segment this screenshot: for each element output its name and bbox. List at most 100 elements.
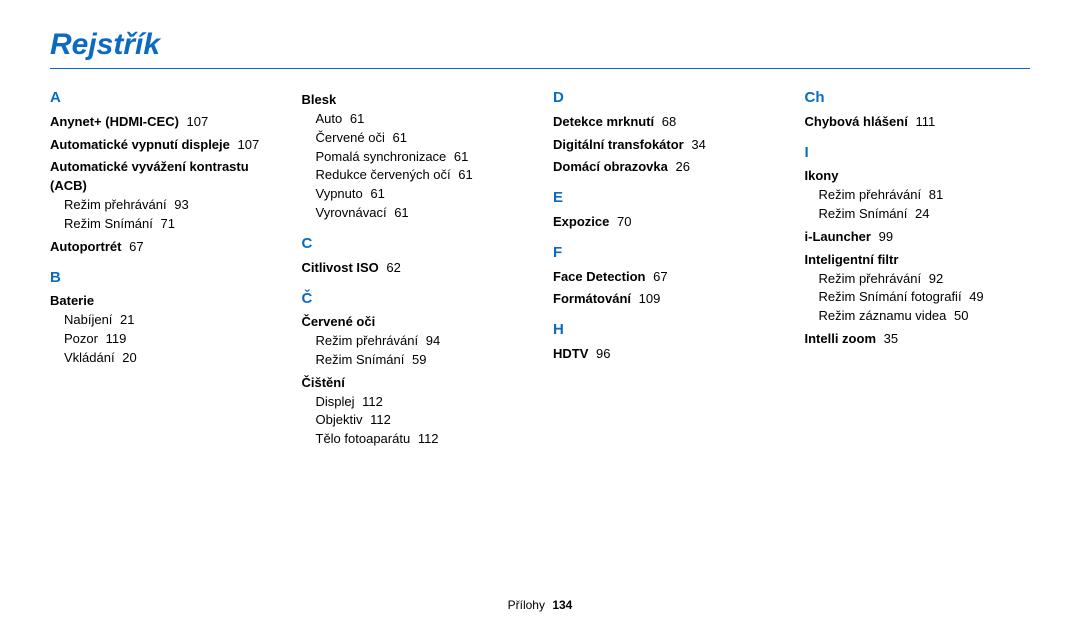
index-entry-label: Vyrovnávací [316, 205, 387, 220]
index-entry-label: Vkládání [64, 350, 115, 365]
index-entry: Automatické vyvážení kontrastu (ACB) [50, 158, 276, 196]
index-entry: Formátování 109 [553, 290, 779, 309]
index-entry-page: 67 [129, 239, 143, 254]
index-entry-label: Citlivost ISO [302, 260, 379, 275]
index-entry-label: Blesk [302, 92, 337, 107]
index-entry-label: Automatické vyvážení kontrastu (ACB) [50, 159, 249, 193]
index-entry-page: 81 [929, 187, 943, 202]
index-entry-page: 119 [106, 331, 127, 346]
index-entry: Baterie [50, 292, 276, 311]
index-entry: Blesk [302, 91, 528, 110]
index-entry: Červené oči [302, 313, 528, 332]
index-letter: C [302, 233, 528, 255]
index-subentry: Režim přehrávání 94 [302, 332, 528, 351]
index-entry-page: 61 [370, 186, 384, 201]
index-entry-page: 61 [458, 167, 472, 182]
index-entry: Detekce mrknutí 68 [553, 113, 779, 132]
index-letter: Ch [805, 87, 1031, 109]
index-entry-label: Režim přehrávání [819, 271, 922, 286]
index-entry-label: Displej [316, 394, 355, 409]
index-subentry: Vyrovnávací 61 [302, 204, 528, 223]
index-entry: Anynet+ (HDMI-CEC) 107 [50, 113, 276, 132]
index-entry-label: Inteligentní filtr [805, 252, 899, 267]
page-title: Rejstřík [50, 28, 1030, 62]
index-entry-label: Ikony [805, 168, 839, 183]
index-entry: Automatické vypnutí displeje 107 [50, 136, 276, 155]
index-entry-page: 68 [662, 114, 676, 129]
index-letter-label: B [50, 269, 61, 286]
index-entry-label: Režim Snímání fotografií [819, 289, 962, 304]
index-entry-label: Režim přehrávání [64, 197, 167, 212]
index-column: ChChybová hlášení 111IIkonyRežim přehráv… [805, 87, 1031, 449]
index-entry-page: 112 [418, 431, 439, 446]
index-entry-page: 107 [238, 137, 260, 152]
index-subentry: Redukce červených očí 61 [302, 166, 528, 185]
index-entry-label: Vypnuto [316, 186, 363, 201]
index-entry-page: 112 [362, 394, 383, 409]
index-column: AAnynet+ (HDMI-CEC) 107Automatické vypnu… [50, 87, 276, 449]
index-entry-label: Červené oči [302, 314, 376, 329]
index-subentry: Pozor 119 [50, 330, 276, 349]
index-entry-label: HDTV [553, 346, 588, 361]
index-entry-label: Baterie [50, 293, 94, 308]
index-entry: Face Detection 67 [553, 268, 779, 287]
index-entry-page: 71 [161, 216, 175, 231]
footer-page-number: 134 [552, 598, 572, 612]
index-entry-label: Čištění [302, 375, 345, 390]
index-entry-label: Pozor [64, 331, 98, 346]
index-subentry: Režim Snímání 59 [302, 351, 528, 370]
index-entry-label: Režim Snímání [64, 216, 153, 231]
index-letter: D [553, 87, 779, 109]
index-entry-label: Auto [316, 111, 343, 126]
index-subentry: Tělo fotoaparátu 112 [302, 430, 528, 449]
index-entry: Autoportrét 67 [50, 238, 276, 257]
index-subentry: Režim Snímání 71 [50, 215, 276, 234]
index-letter-label: I [805, 144, 809, 161]
index-entry-page: 70 [617, 214, 631, 229]
index-entry-page: 34 [691, 137, 705, 152]
index-entry-page: 61 [454, 149, 468, 164]
index-entry-label: Domácí obrazovka [553, 159, 668, 174]
index-entry-page: 94 [426, 333, 440, 348]
index-entry-label: Pomalá synchronizace [316, 149, 447, 164]
index-entry-page: 61 [393, 130, 407, 145]
index-subentry: Režim přehrávání 81 [805, 186, 1031, 205]
index-entry-page: 21 [120, 312, 134, 327]
index-entry-label: Detekce mrknutí [553, 114, 654, 129]
index-entry-label: i-Launcher [805, 229, 871, 244]
index-column: DDetekce mrknutí 68Digitální transfokáto… [553, 87, 779, 449]
index-entry-label: Chybová hlášení [805, 114, 908, 129]
index-entry-label: Anynet+ (HDMI-CEC) [50, 114, 179, 129]
index-entry-label: Červené oči [316, 130, 385, 145]
index-subentry: Vypnuto 61 [302, 185, 528, 204]
index-subentry: Pomalá synchronizace 61 [302, 148, 528, 167]
index-subentry: Režim přehrávání 93 [50, 196, 276, 215]
index-entry-label: Režim přehrávání [819, 187, 922, 202]
index-letter-label: H [553, 321, 564, 338]
index-entry-label: Režim přehrávání [316, 333, 419, 348]
index-entry-label: Formátování [553, 291, 631, 306]
index-entry-label: Režim Snímání [316, 352, 405, 367]
index-entry-label: Autoportrét [50, 239, 122, 254]
index-entry: Citlivost ISO 62 [302, 259, 528, 278]
index-entry-page: 35 [884, 331, 898, 346]
index-entry: Domácí obrazovka 26 [553, 158, 779, 177]
index-letter-label: Ch [805, 89, 825, 106]
index-entry-page: 59 [412, 352, 426, 367]
index-letter-label: F [553, 244, 562, 261]
index-subentry: Režim Snímání 24 [805, 205, 1031, 224]
index-entry-label: Tělo fotoaparátu [316, 431, 411, 446]
index-letter-label: A [50, 89, 61, 106]
index-entry-label: Režim záznamu videa [819, 308, 947, 323]
index-subentry: Displej 112 [302, 393, 528, 412]
page-footer: Přílohy 134 [0, 598, 1080, 612]
index-subentry: Režim záznamu videa 50 [805, 307, 1031, 326]
index-entry-page: 20 [122, 350, 136, 365]
index-letter: I [805, 142, 1031, 164]
index-entry-label: Automatické vypnutí displeje [50, 137, 230, 152]
index-subentry: Auto 61 [302, 110, 528, 129]
index-letter: F [553, 242, 779, 264]
index-entry-label: Objektiv [316, 412, 363, 427]
index-letter: E [553, 187, 779, 209]
index-entry-page: 92 [929, 271, 943, 286]
